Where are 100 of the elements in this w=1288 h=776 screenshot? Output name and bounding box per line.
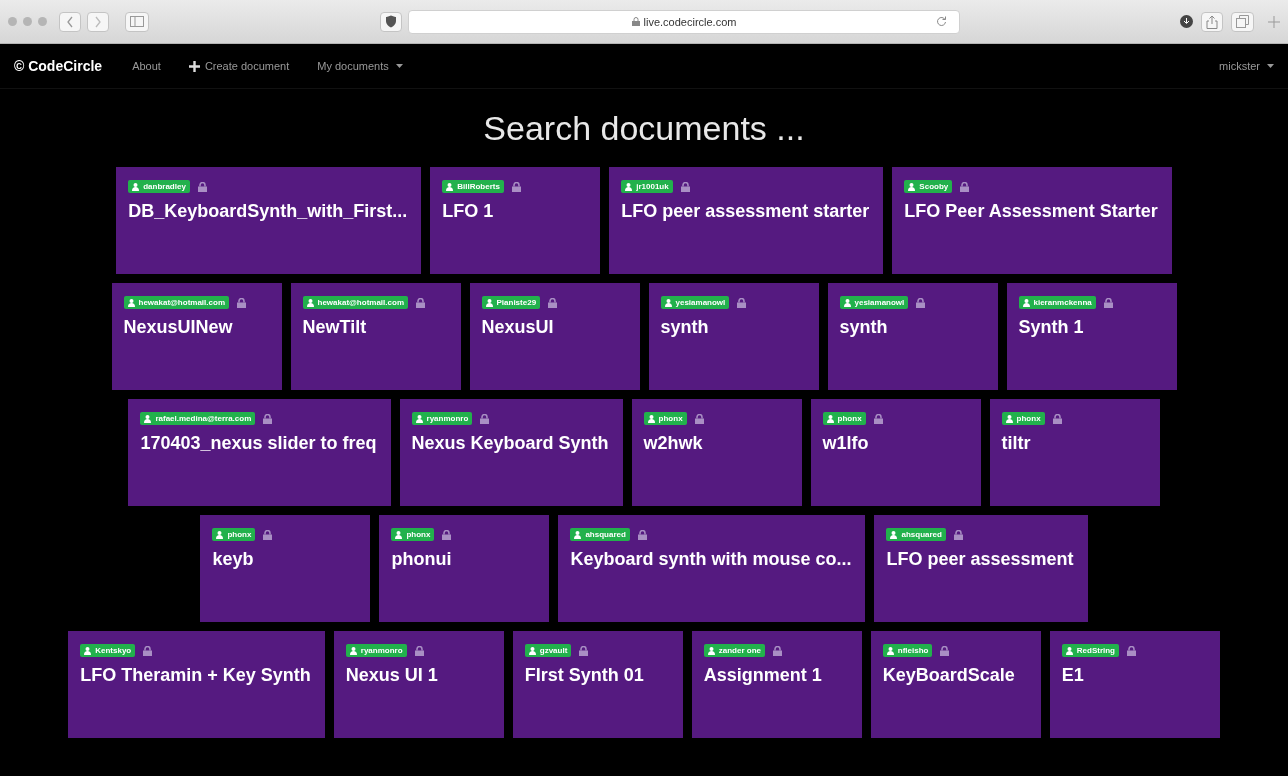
document-card[interactable]: jr1001uk LFO peer assessment starter	[609, 167, 884, 274]
owner-name: Scooby	[919, 182, 949, 191]
document-title: Keyboard synth with mouse co...	[570, 549, 852, 570]
lock-icon	[873, 413, 883, 424]
document-card[interactable]: Kentskyo LFO Theramin + Key Synth	[68, 631, 325, 738]
forward-button[interactable]	[87, 11, 109, 32]
person-icon	[574, 530, 582, 539]
document-card[interactable]: yesiamanowl synth	[648, 283, 819, 390]
person-icon	[446, 182, 454, 191]
lock-icon	[263, 413, 273, 424]
document-card[interactable]: hewakat@hotmail.com NexusUINew	[111, 283, 282, 390]
sidebar-button[interactable]	[125, 11, 149, 32]
document-card[interactable]: ahsquared Keyboard synth with mouse co...	[558, 515, 866, 622]
owner-name: hewakat@hotmail.com	[317, 298, 404, 307]
person-icon	[1022, 298, 1030, 307]
owner-name: phonx	[658, 414, 683, 423]
document-card[interactable]: hewakat@hotmail.com NewTilt	[290, 283, 461, 390]
document-title: Synth 1	[1018, 317, 1085, 338]
document-card[interactable]: phonx phonui	[379, 515, 550, 622]
person-icon	[707, 646, 715, 655]
document-card[interactable]: Pianiste29 NexusUI	[469, 283, 640, 390]
document-card[interactable]: ryanmonro Nexus Keyboard Synth	[399, 399, 623, 506]
document-title: LFO peer assessment	[886, 549, 1074, 570]
username: mickster	[1219, 60, 1260, 72]
document-title: LFO 1	[442, 201, 495, 222]
chevron-right-icon	[94, 15, 102, 28]
document-title: Nexus Keyboard Synth	[411, 433, 609, 454]
download-icon[interactable]	[1180, 15, 1193, 28]
lock-icon	[773, 645, 782, 656]
lock-icon	[442, 529, 452, 540]
address-field[interactable]: live.codecircle.com	[408, 9, 960, 34]
document-title: LFO Peer Assessment Starter	[904, 201, 1158, 222]
document-card[interactable]: phonx w1lfo	[810, 399, 981, 506]
menu-label: My documents	[317, 60, 389, 72]
owner-name: ahsquared	[585, 530, 626, 539]
lock-icon	[1103, 297, 1113, 308]
document-card[interactable]: gzvault FIrst Synth 01	[512, 631, 683, 738]
document-title: Assignment 1	[703, 665, 823, 686]
person-icon	[886, 646, 894, 655]
document-title: synth	[839, 317, 889, 338]
caret-icon	[395, 64, 403, 68]
document-card[interactable]: rafael.medina@terra.com 170403_nexus slider to freq	[128, 399, 391, 506]
person-icon	[826, 414, 834, 423]
owner-name: Pianiste29	[496, 298, 537, 307]
lock-icon	[737, 297, 747, 308]
nav-link[interactable]: About	[132, 60, 161, 72]
person-icon	[908, 182, 916, 191]
document-card[interactable]: phonx keyb	[200, 515, 371, 622]
owner-name: hewakat@hotmail.com	[138, 298, 225, 307]
document-card[interactable]: danbradley DB_KeyboardSynth_with_First...	[116, 167, 422, 274]
owner-name: ryanmonro	[426, 414, 469, 423]
document-card[interactable]: nfleisho KeyBoardScale	[870, 631, 1041, 738]
document-title: NewTilt	[302, 317, 368, 338]
document-card[interactable]: ryanmonro Nexus UI 1	[333, 631, 504, 738]
document-title: LFO Theramin + Key Synth	[80, 665, 311, 686]
owner-name: kieranmckenna	[1033, 298, 1092, 307]
person-icon	[216, 530, 224, 539]
document-title: w1lfo	[822, 433, 870, 454]
tabs-button[interactable]	[1231, 11, 1254, 32]
new-tab-icon[interactable]	[1268, 15, 1280, 28]
back-button[interactable]	[59, 11, 81, 32]
owner-name: jr1001uk	[636, 182, 669, 191]
document-card[interactable]: ahsquared LFO peer assessment	[874, 515, 1088, 622]
document-title: Nexus UI 1	[345, 665, 439, 686]
document-card[interactable]: phonx tiltr	[989, 399, 1160, 506]
caret-icon	[1267, 64, 1274, 68]
create-document-link[interactable]: Create document	[188, 60, 290, 72]
share-button[interactable]	[1201, 11, 1223, 32]
document-card[interactable]: zander one Assignment 1	[691, 631, 862, 738]
dropdown-menu[interactable]: My documents	[317, 60, 403, 72]
document-title: KeyBoardScale	[882, 665, 1016, 686]
owner-name: phonx	[406, 530, 431, 539]
person-icon	[84, 646, 92, 655]
document-card[interactable]: yesiamanowl synth	[827, 283, 998, 390]
lock-icon	[940, 645, 950, 656]
owner-name: Kentskyo	[95, 646, 132, 655]
brand-logo[interactable]: © CodeCircle	[14, 58, 103, 74]
person-icon	[890, 530, 898, 539]
person-icon	[144, 414, 152, 423]
user-menu[interactable]: mickster	[1219, 60, 1274, 72]
document-card[interactable]: phonx w2hwk	[631, 399, 802, 506]
document-card[interactable]: kieranmckenna Synth 1	[1006, 283, 1177, 390]
lock-icon	[416, 297, 425, 308]
share-icon	[1206, 14, 1218, 29]
owner-name: phonx	[227, 530, 252, 539]
owner-name: phonx	[1016, 414, 1041, 423]
owner-name: zander one	[718, 646, 761, 655]
person-icon	[306, 298, 314, 307]
document-card[interactable]: RedString E1	[1049, 631, 1220, 738]
lock-icon	[480, 413, 490, 424]
url-text: live.codecircle.com	[643, 15, 737, 28]
document-card[interactable]: BillRoberts LFO 1	[430, 167, 601, 274]
lock-icon	[197, 181, 207, 192]
document-card[interactable]: Scooby LFO Peer Assessment Starter	[892, 167, 1172, 274]
privacy-button[interactable]	[380, 11, 402, 32]
document-title: E1	[1061, 665, 1085, 686]
reload-icon[interactable]	[936, 15, 947, 27]
person-icon	[349, 646, 357, 655]
owner-name: yesiamanowl	[675, 298, 726, 307]
search-field[interactable]: Search documents ...	[344, 103, 944, 153]
